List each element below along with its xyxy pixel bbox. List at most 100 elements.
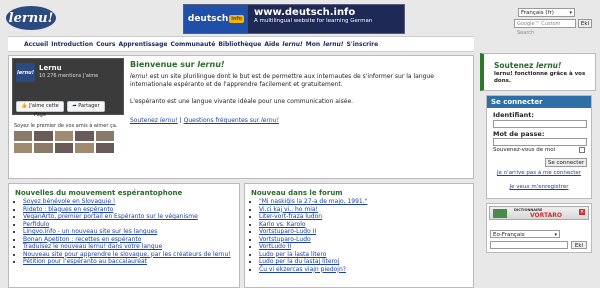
friend-avatar[interactable] (54, 131, 74, 141)
news-link[interactable]: Rideto : blagues en espéranto (23, 206, 113, 213)
forum-link[interactable]: Vi.ci kaj vi.. ho mia! (259, 206, 318, 213)
list-item[interactable]: Ludo per la du lastaj literoj (259, 258, 367, 266)
list-item[interactable]: Perfidulo (23, 221, 231, 229)
list-item[interactable]: Ĉu vi ekzercas viajn piedojn? (259, 266, 367, 274)
news-link[interactable]: Pétition pour l'espéranto au baccalauréa… (23, 258, 147, 265)
nav-item-accueil[interactable]: Accueil (24, 41, 48, 48)
facebook-share-label: Partager (78, 103, 100, 109)
dictionary-icon (493, 209, 507, 218)
faq-link[interactable]: Questions fréquentes sur lernu! (184, 117, 279, 124)
news-link[interactable]: Bonan Apetiton : recettes en espéranto (23, 236, 141, 243)
forum-link[interactable]: Liter-vort-fraza ludon (259, 213, 322, 220)
banner-site: www.deutsch.info (254, 7, 356, 18)
facebook-avatar[interactable]: lernu! (16, 63, 35, 82)
news-link[interactable]: Lingvo.info - un nouveau site sur les la… (23, 228, 157, 235)
news-link[interactable]: Traduisez le nouveau lernu! dans votre l… (23, 243, 162, 250)
list-item[interactable]: Ludo per la lasta litero (259, 251, 367, 259)
forum-link[interactable]: Ludo per la du lastaj literoj (259, 258, 339, 265)
list-item[interactable]: Lingvo.info - un nouveau site sur les la… (23, 228, 231, 236)
list-item[interactable]: Liter-vort-fraza ludon (259, 213, 367, 221)
friend-avatar[interactable] (34, 143, 53, 153)
nav-item-introduction[interactable]: Introduction (51, 41, 93, 48)
close-icon[interactable]: × (579, 209, 585, 215)
nav-item-inscrire[interactable]: S'inscrire (347, 41, 379, 48)
news-link[interactable]: Perfidulo (23, 221, 49, 228)
list-item[interactable]: Bonan Apetiton : recettes en espéranto (23, 236, 231, 244)
friend-avatar[interactable] (14, 143, 33, 153)
facebook-friends-text: Soyez le premier de vos amis à aimer ça. (14, 123, 118, 129)
list-item[interactable]: Traduisez le nouveau lernu! dans votre l… (23, 243, 231, 251)
dictionary-search-input[interactable] (490, 241, 568, 249)
list-item[interactable]: Vi.ci kaj vi.. ho mia! (259, 206, 367, 214)
main-nav: Accueil Introduction Cours Apprentissage… (8, 36, 474, 52)
nav-item-mon-label[interactable]: Mon (306, 41, 320, 48)
register-link[interactable]: Je veux m'enregistrer (510, 184, 569, 190)
list-item[interactable]: Vortstuparo-Ludo (259, 236, 367, 244)
nav-item-aide-label[interactable]: Aide (264, 41, 279, 48)
news-link[interactable]: Nouveau site pour apprendre le slovaque,… (23, 251, 231, 258)
chevron-down-icon: ▾ (554, 232, 557, 238)
username-field[interactable] (493, 120, 587, 128)
list-item[interactable]: Nouveau site pour apprendre le slovaque,… (23, 251, 231, 259)
forum-link[interactable]: Karlo vs. Karolo (259, 221, 306, 228)
list-item[interactable]: Pétition pour l'espéranto au baccalauréa… (23, 258, 231, 266)
list-item[interactable]: VortLudo II (259, 243, 367, 251)
nav-item-mon-brand[interactable]: lernu! (323, 41, 343, 48)
nav-item-communaute[interactable]: Communauté (170, 41, 215, 48)
friend-avatar[interactable] (34, 131, 53, 141)
welcome-intro-text: est un site plurilingue dont le but est … (130, 73, 434, 88)
friend-avatar[interactable] (75, 131, 94, 141)
forum-link[interactable]: Ludo per la lasta litero (259, 251, 326, 258)
nav-item-cours[interactable]: Cours (96, 41, 115, 48)
search-button[interactable]: Ekl (578, 19, 592, 28)
list-item[interactable]: Soyez bénévole en Slovaquie ! (23, 198, 231, 206)
faq-link-prefix: Questions fréquentes sur (183, 117, 262, 124)
forum-link[interactable]: Vortstuparo-Ludo (259, 236, 311, 243)
list-item[interactable]: "Mi naskiĝis la 27-a de majo, 1991." (259, 198, 367, 206)
login-button[interactable]: Se connecter (545, 158, 587, 167)
news-title: Nouvelles du mouvement espérantophone (15, 189, 183, 197)
nav-item-aide-brand[interactable]: lernu! (282, 41, 302, 48)
forum-link[interactable]: "Mi naskiĝis la 27-a de majo, 1991." (259, 198, 367, 205)
forum-link[interactable]: VortLudo II (259, 243, 291, 250)
list-item[interactable]: Karlo vs. Karolo (259, 221, 367, 229)
donate-title-prefix: Soutenez (494, 61, 536, 70)
friend-avatar[interactable] (95, 131, 114, 141)
dictionary-search-button[interactable]: Ekl (571, 241, 587, 249)
search-input[interactable]: Google™ Custom Search (514, 19, 576, 36)
logo-text: lernu! (8, 10, 54, 26)
friend-avatar[interactable] (75, 143, 94, 153)
news-link[interactable]: Soyez bénévole en Slovaquie ! (23, 198, 115, 205)
list-item[interactable]: Rideto : blagues en espéranto (23, 206, 231, 214)
login-box: Se connecter Identifiant: Mot de passe: … (486, 95, 592, 199)
dictionary-brand: VORTARO (530, 212, 562, 219)
dictionary-language-select[interactable]: Eo-Français ▾ (490, 230, 560, 238)
list-item[interactable]: VeganArto, premier portail en Espéranto … (23, 213, 231, 221)
language-select[interactable]: Français (fr) ▾ (518, 8, 575, 17)
facebook-faces (14, 131, 114, 153)
friend-avatar[interactable] (95, 143, 114, 153)
news-link[interactable]: VeganArto, premier portail en Espéranto … (23, 213, 198, 220)
lernu-logo[interactable]: lernu! (6, 6, 56, 30)
nav-item-apprentissage[interactable]: Apprentissage (118, 41, 167, 48)
friend-avatar[interactable] (54, 143, 74, 153)
support-lernu-link[interactable]: Soutenez lernu! (130, 117, 178, 124)
news-panel: Nouvelles du mouvement espérantophone So… (8, 183, 240, 288)
donate-title[interactable]: Soutenez lernu! (494, 61, 561, 70)
remember-me-checkbox[interactable] (579, 147, 585, 153)
forgot-login-link[interactable]: Je n'arrive pas à me connecter (497, 170, 581, 176)
forum-list: "Mi naskiĝis la 27-a de majo, 1991." Vi.… (251, 198, 367, 273)
facebook-widget: lernu! Lernu 10 276 mentions J'aime 👍 J'… (12, 58, 124, 118)
nav-item-bibliotheque[interactable]: Bibliothèque (218, 41, 261, 48)
deutsch-info-banner[interactable]: deutsch info www.deutsch.info A multiling… (183, 4, 405, 34)
list-item[interactable]: Vortstuparo-Ludo II (259, 228, 367, 236)
facebook-share-button[interactable]: ➦ Partager (67, 101, 105, 112)
facebook-like-button[interactable]: 👍 J'aime cette Page (16, 101, 64, 118)
friend-avatar[interactable] (14, 131, 33, 141)
password-field[interactable] (493, 138, 587, 146)
forum-link[interactable]: Ĉu vi ekzercas viajn piedojn? (259, 266, 346, 273)
forum-link[interactable]: Vortstuparo-Ludo II (259, 228, 316, 235)
facebook-page-name[interactable]: Lernu (39, 64, 62, 72)
thumbs-up-icon: 👍 (21, 103, 28, 109)
donate-box[interactable]: Soutenez lernu! lernu! fonctionne grâce … (480, 53, 596, 91)
